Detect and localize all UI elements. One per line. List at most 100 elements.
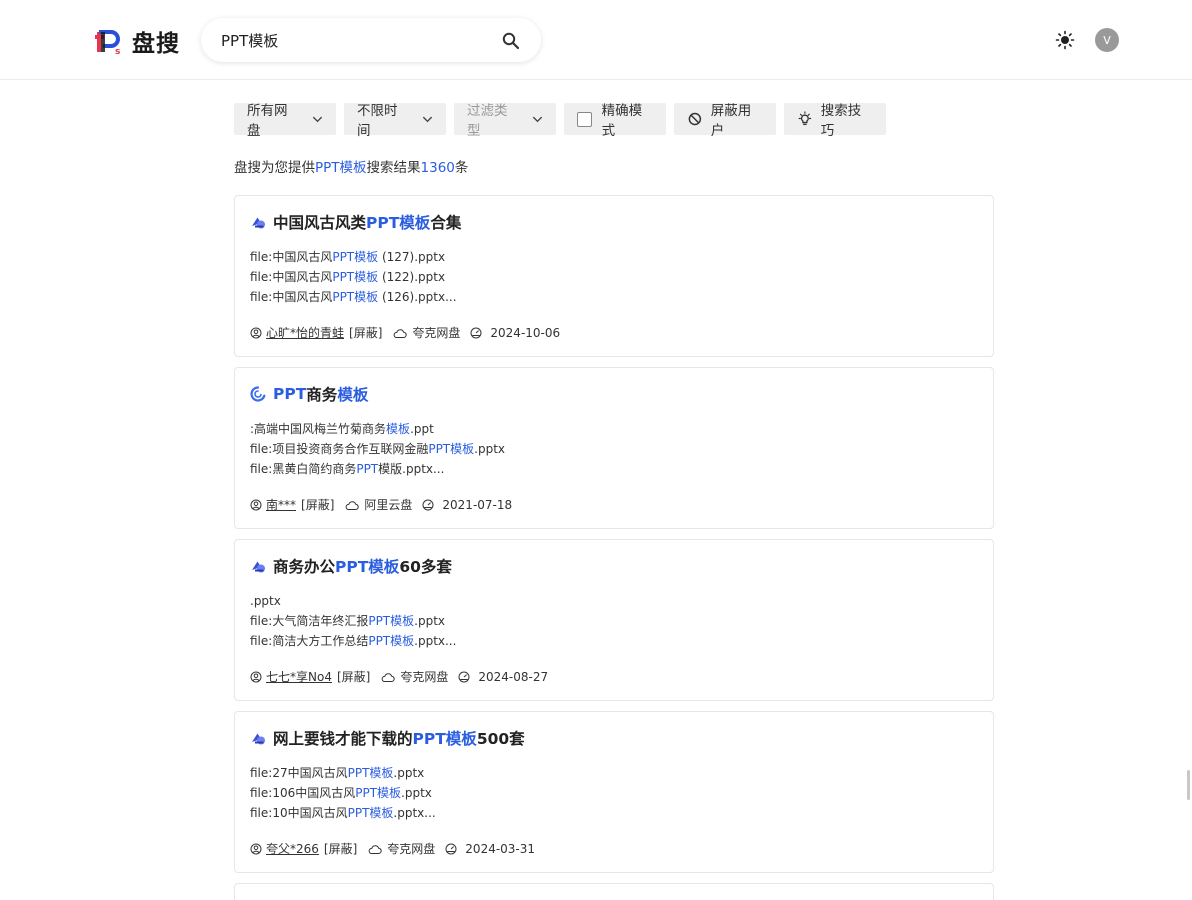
user-circle-icon	[250, 499, 262, 510]
upload-date: 2024-08-27	[478, 669, 549, 684]
file-line: file:项目投资商务合作互联网金融PPT模板.pptx	[250, 439, 505, 459]
search-tips-button[interactable]: 搜索技巧	[784, 103, 886, 139]
meta-pan-group: 阿里云盘	[344, 496, 412, 513]
time-filter-dropdown[interactable]: 不限时间	[344, 103, 446, 139]
meta-date-group: 2024-10-06	[470, 326, 560, 340]
result-card[interactable]: PPT 商务 模板:高端中国风梅兰竹菊商务模板.ppt file:项目投资商务合作互联…	[234, 367, 994, 529]
top-header: s 盘搜 V	[0, 0, 1192, 80]
file-text: file:中国风古风	[250, 270, 333, 284]
user-circle-icon	[250, 327, 262, 338]
block-uploader-link[interactable]: [屏蔽]	[349, 324, 382, 341]
meta-pan-group: 夸克网盘	[367, 840, 435, 857]
file-keyword-highlight: PPT模板	[332, 290, 379, 304]
block-uploader-link[interactable]: [屏蔽]	[301, 496, 334, 513]
file-line: file:10中国风古风PPT模板.pptx...	[250, 803, 436, 823]
file-keyword-highlight: PPT模板	[355, 786, 402, 800]
chevron-down-icon	[532, 116, 543, 123]
meta-date-group: 2021-07-18	[422, 498, 512, 512]
file-text: (126).pptx...	[378, 290, 457, 304]
uploader-link[interactable]: 心旷*怡的青蛙	[266, 324, 344, 341]
file-keyword-highlight: PPT模板	[368, 614, 415, 628]
file-list: file:27中国风古风PPT模板.pptx file:106中国风古风PPT模板…	[250, 763, 436, 823]
result-meta: 夸父*266 [屏蔽] 夸克网盘 2024-03-31	[250, 840, 545, 857]
file-line: .pptx	[250, 591, 456, 611]
result-card[interactable]: 商务办公 PPT模板 60多套 .pptx file:大气简洁年终汇报PPT模板.ppt…	[234, 539, 994, 701]
quark-cloud-icon	[252, 733, 265, 745]
block-uploader-link[interactable]: [屏蔽]	[337, 668, 370, 685]
search-icon[interactable]	[501, 31, 521, 51]
gauge-icon	[470, 327, 482, 338]
meta-user-group: 夸父*266 [屏蔽]	[250, 840, 357, 857]
checkbox-box	[577, 111, 592, 127]
result-card[interactable]	[234, 883, 994, 900]
title-keyword-highlight: PPT模板	[366, 214, 431, 232]
file-line: file:简洁大方工作总结PPT模板.pptx...	[250, 631, 456, 651]
file-line: file:中国风古风PPT模板 (122).pptx	[250, 267, 457, 287]
cloud-icon	[394, 328, 408, 338]
file-line: file:大气简洁年终汇报PPT模板.pptx	[250, 611, 456, 631]
chevron-down-icon	[312, 116, 323, 123]
result-title[interactable]: PPT 商务 模板	[250, 383, 368, 405]
cloud-icon	[368, 844, 382, 854]
panso-logo-icon: s	[95, 30, 120, 56]
result-title[interactable]: 中国风古风类 PPT模板 合集	[250, 211, 461, 233]
title-keyword-highlight: PPT	[273, 385, 307, 403]
type-filter-dropdown[interactable]: 过滤类型	[454, 103, 556, 139]
title-text: 网上要钱才能下载的	[273, 730, 413, 748]
ban-icon	[688, 112, 702, 126]
meta-user-group: 南*** [屏蔽]	[250, 496, 334, 513]
cloud-icon	[346, 500, 360, 510]
block-uploader-link[interactable]: [屏蔽]	[324, 840, 357, 857]
result-card[interactable]: 网上要钱才能下载的 PPT模板 500套 file:27中国风古风PPT模板.pptx…	[234, 711, 994, 873]
lightbulb-icon	[798, 111, 812, 126]
result-count: 1360	[420, 160, 455, 176]
upload-date: 2024-10-06	[490, 325, 561, 340]
meta-date-group: 2024-08-27	[458, 670, 548, 684]
file-text: file:106中国风古风	[250, 786, 356, 800]
uploader-link[interactable]: 七七*享No4	[266, 668, 332, 685]
title-text: 合集	[430, 214, 462, 232]
title-text: 商务办公	[273, 558, 336, 576]
file-text: .pptx	[474, 442, 505, 456]
title-text: 商务	[306, 386, 338, 404]
title-keyword-highlight: PPT模板	[335, 558, 400, 576]
title-text: 500套	[476, 730, 525, 748]
search-input[interactable]	[221, 31, 481, 49]
file-keyword-highlight: PPT模板	[332, 250, 379, 264]
title-keyword-highlight: 模板	[337, 386, 369, 404]
gauge-icon	[422, 499, 434, 510]
file-text: file:10中国风古风	[250, 806, 348, 820]
meta-pan-group: 夸克网盘	[380, 668, 448, 685]
block-user-button[interactable]: 屏蔽用户	[674, 103, 776, 139]
file-text: .pptx...	[393, 806, 436, 820]
user-avatar[interactable]: V	[1095, 28, 1119, 52]
scrollbar[interactable]	[1187, 770, 1190, 800]
file-list: :高端中国风梅兰竹菊商务模板.ppt file:项目投资商务合作互联网金融PPT模…	[250, 419, 505, 479]
uploader-link[interactable]: 南***	[266, 496, 296, 513]
file-text: file:黑黄白简约商务	[250, 462, 357, 476]
brand-logo[interactable]: s 盘搜	[94, 24, 180, 58]
svg-text:s: s	[115, 47, 120, 56]
quark-cloud-icon	[252, 561, 265, 573]
sun-icon[interactable]	[1055, 30, 1075, 50]
file-text: file:简洁大方工作总结	[250, 634, 369, 648]
result-card[interactable]: 中国风古风类 PPT模板 合集 file:中国风古风PPT模板 (127).pptx f…	[234, 195, 994, 357]
pan-name: 阿里云盘	[364, 498, 413, 512]
result-title[interactable]: 商务办公 PPT模板 60多套	[250, 555, 452, 577]
summary-suffix: 条	[454, 160, 469, 176]
file-keyword-highlight: 模板	[386, 422, 411, 436]
gauge-icon	[445, 843, 457, 854]
result-meta: 南*** [屏蔽] 阿里云盘 2021-07-18	[250, 496, 522, 513]
file-line: file:106中国风古风PPT模板.pptx	[250, 783, 436, 803]
uploader-link[interactable]: 夸父*266	[266, 840, 319, 857]
exact-mode-checkbox[interactable]: 精确模式	[564, 103, 666, 139]
pan-filter-dropdown[interactable]: 所有网盘	[234, 103, 336, 139]
file-line: file:中国风古风PPT模板 (126).pptx...	[250, 287, 457, 307]
meta-user-group: 心旷*怡的青蛙 [屏蔽]	[250, 324, 382, 341]
meta-pan-group: 夸克网盘	[392, 324, 460, 341]
type-filter-label: 过滤类型	[467, 103, 508, 139]
file-text: (122).pptx	[378, 270, 446, 284]
file-keyword-highlight: PPT模板	[347, 766, 394, 780]
result-title[interactable]: 网上要钱才能下载的 PPT模板 500套	[250, 727, 525, 749]
result-meta: 心旷*怡的青蛙 [屏蔽] 夸克网盘 2024-10-06	[250, 324, 570, 341]
